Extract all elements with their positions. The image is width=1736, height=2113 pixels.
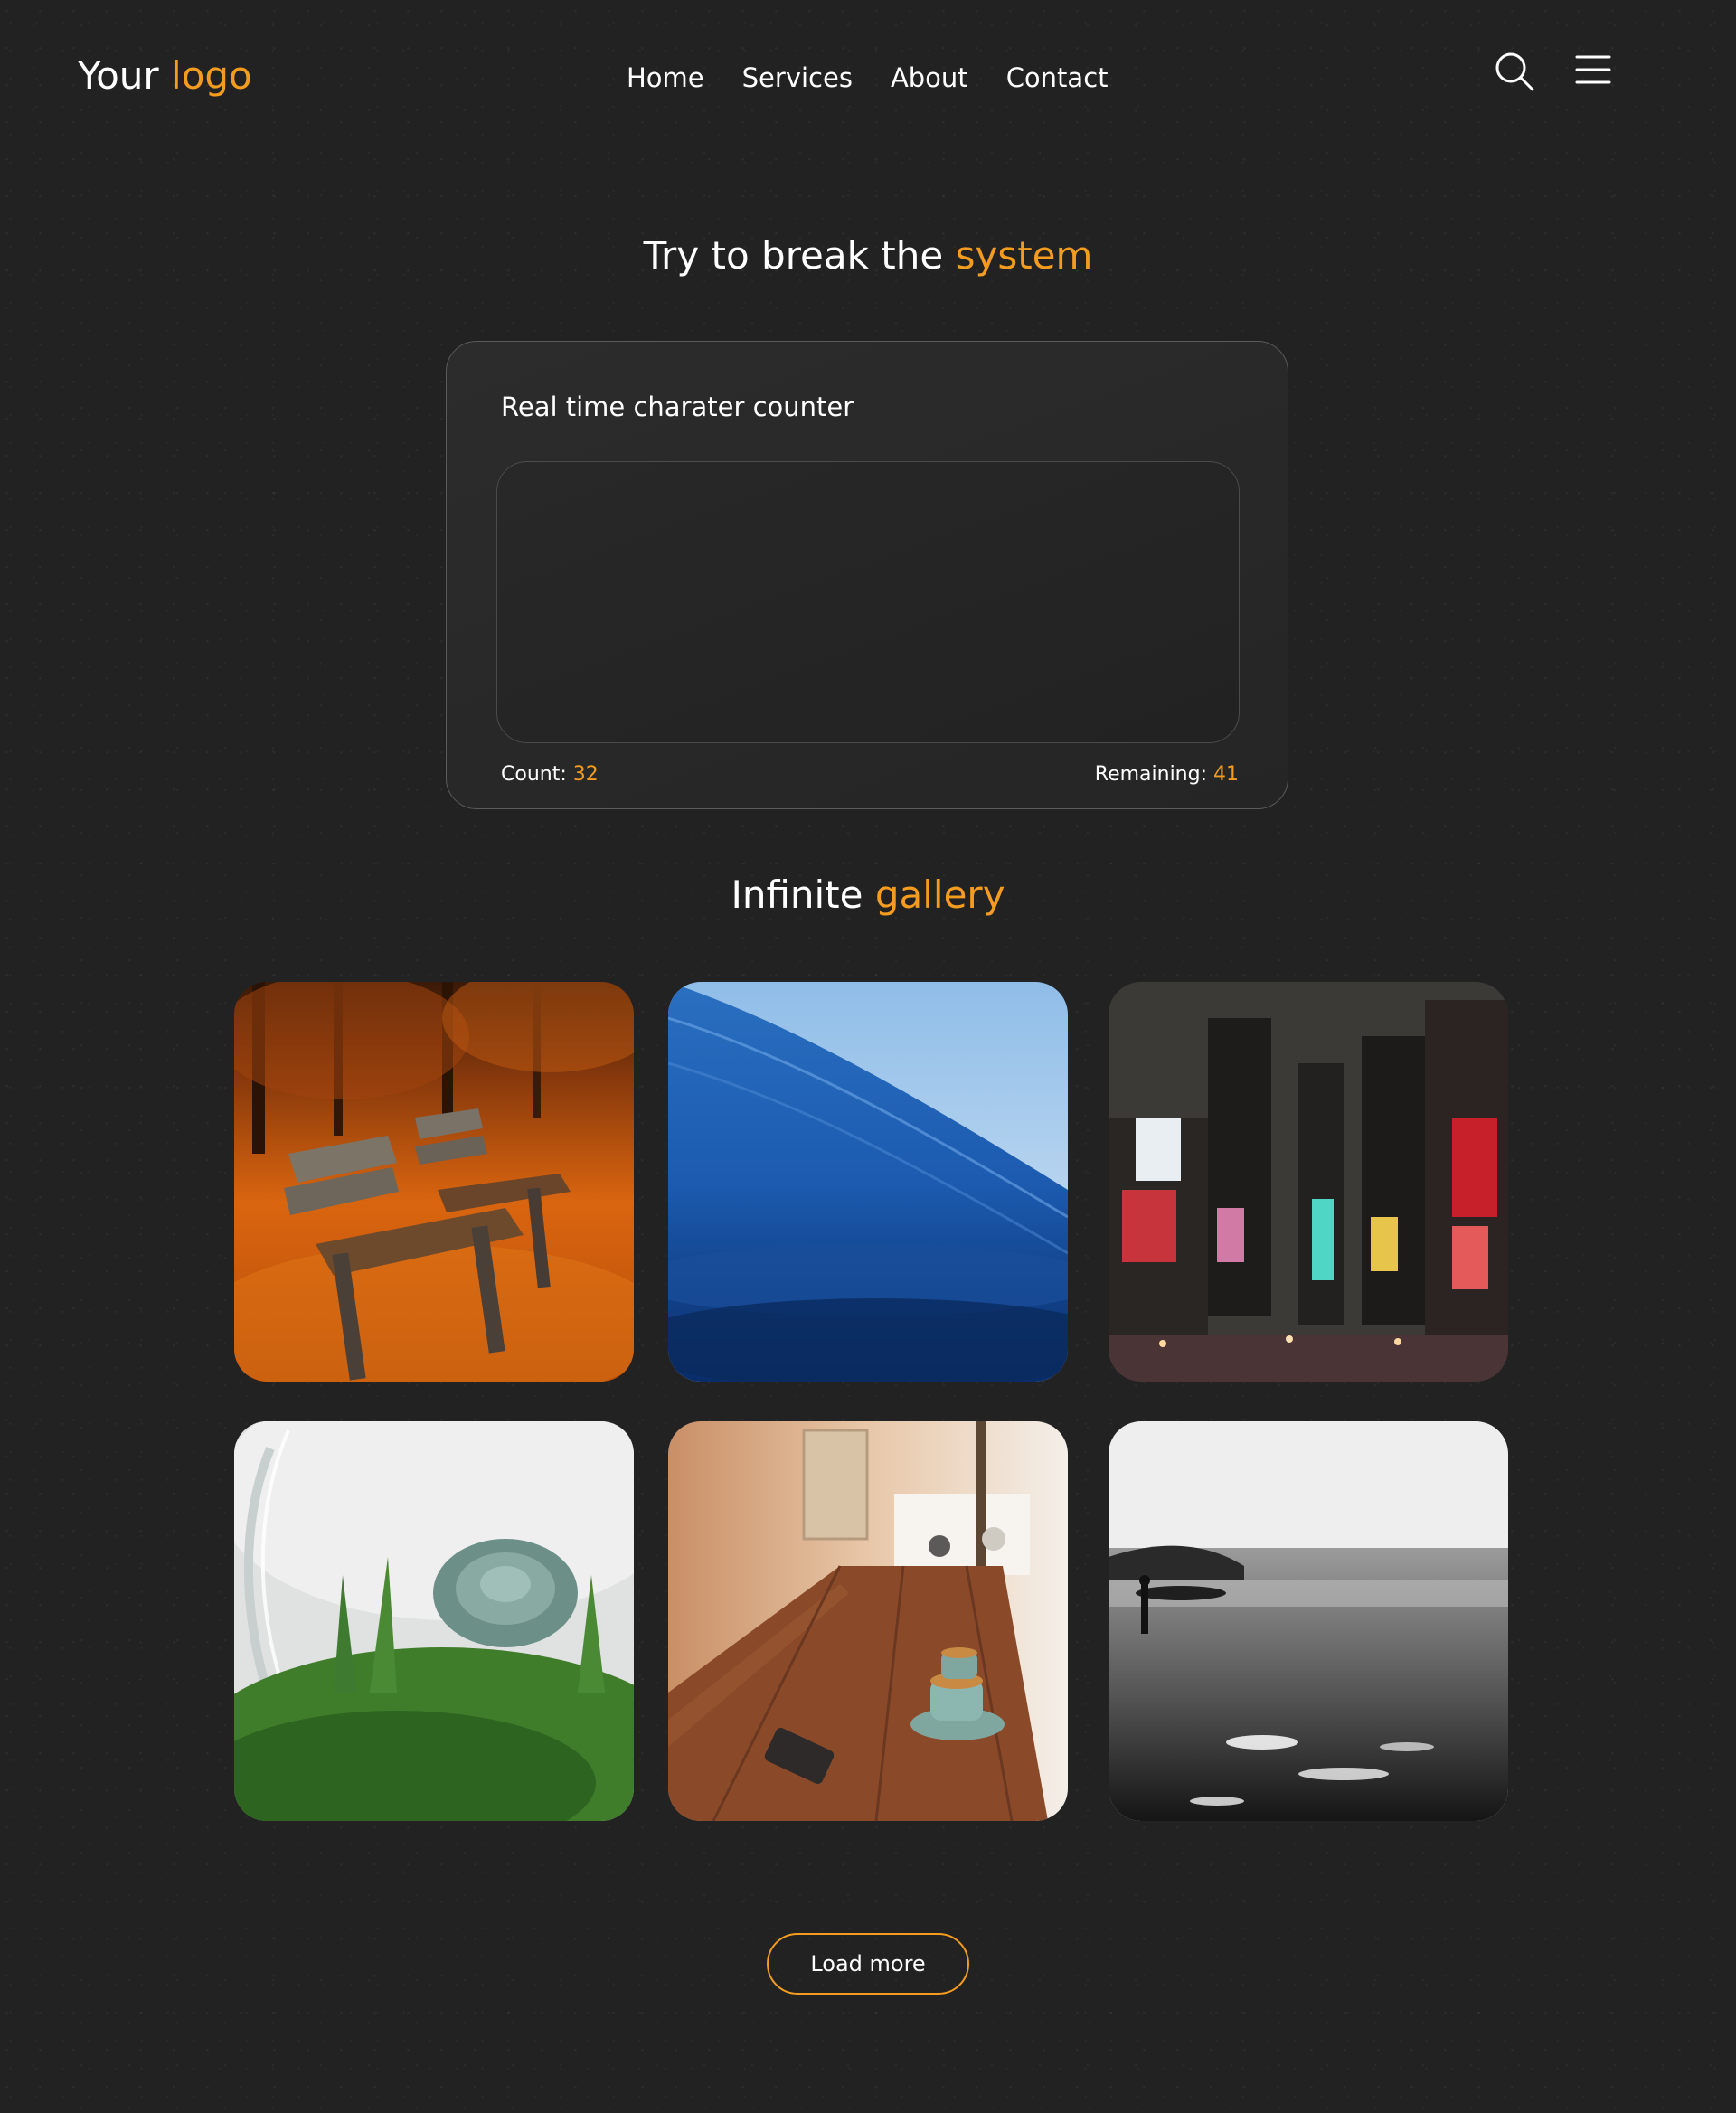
nav-link-contact[interactable]: Contact (1006, 58, 1109, 98)
gallery-item[interactable] (234, 982, 634, 1382)
black-white-surfer-beach-photo (1109, 1421, 1508, 1821)
gallery-title-text: Infinite (731, 873, 863, 917)
nav-link-services[interactable]: Services (742, 58, 853, 98)
ocean-wave-photo (668, 982, 1068, 1382)
count-stat: Count: 32 (501, 761, 599, 788)
remaining-stat: Remaining: 41 (1095, 761, 1239, 788)
gallery-section-title: Infinite gallery (0, 870, 1736, 920)
counter-label: Real time charater counter (501, 391, 854, 422)
character-counter-card: Real time charater counter Count: 32 Rem… (446, 341, 1288, 809)
cafe-table-coffee-cups-photo (668, 1421, 1068, 1821)
search-icon (1495, 52, 1534, 91)
city-night-billboards-photo (1109, 982, 1508, 1382)
count-value: 32 (572, 763, 599, 786)
nav-link-about[interactable]: About (891, 58, 968, 98)
succulent-terrarium-photo (234, 1421, 634, 1821)
hamburger-menu-icon (1575, 55, 1611, 84)
remaining-label: Remaining: (1094, 763, 1207, 786)
search-button[interactable] (1494, 51, 1535, 92)
gallery-item[interactable] (668, 982, 1068, 1382)
count-label: Count: (501, 763, 567, 786)
gallery-item[interactable] (1109, 982, 1508, 1382)
counter-section-title: Try to break the system (0, 231, 1736, 281)
logo-accent-text: logo (171, 53, 252, 98)
gallery-item[interactable] (1109, 1421, 1508, 1821)
remaining-value: 41 (1213, 763, 1239, 786)
gallery-title-accent: gallery (874, 873, 1005, 917)
counter-textarea[interactable] (496, 461, 1240, 743)
main-nav: Home Services About Contact (627, 58, 1109, 98)
menu-button[interactable] (1575, 54, 1611, 85)
gallery-item[interactable] (234, 1421, 634, 1821)
nav-link-home[interactable]: Home (627, 58, 704, 98)
logo-text: Your (78, 53, 159, 98)
counter-title-text: Try to break the (643, 233, 944, 278)
counter-title-accent: system (955, 233, 1093, 278)
load-more-button[interactable]: Load more (767, 1933, 969, 1995)
logo[interactable]: Your logo (78, 51, 252, 101)
gallery-item[interactable] (668, 1421, 1068, 1821)
autumn-park-bench-photo (234, 982, 634, 1382)
